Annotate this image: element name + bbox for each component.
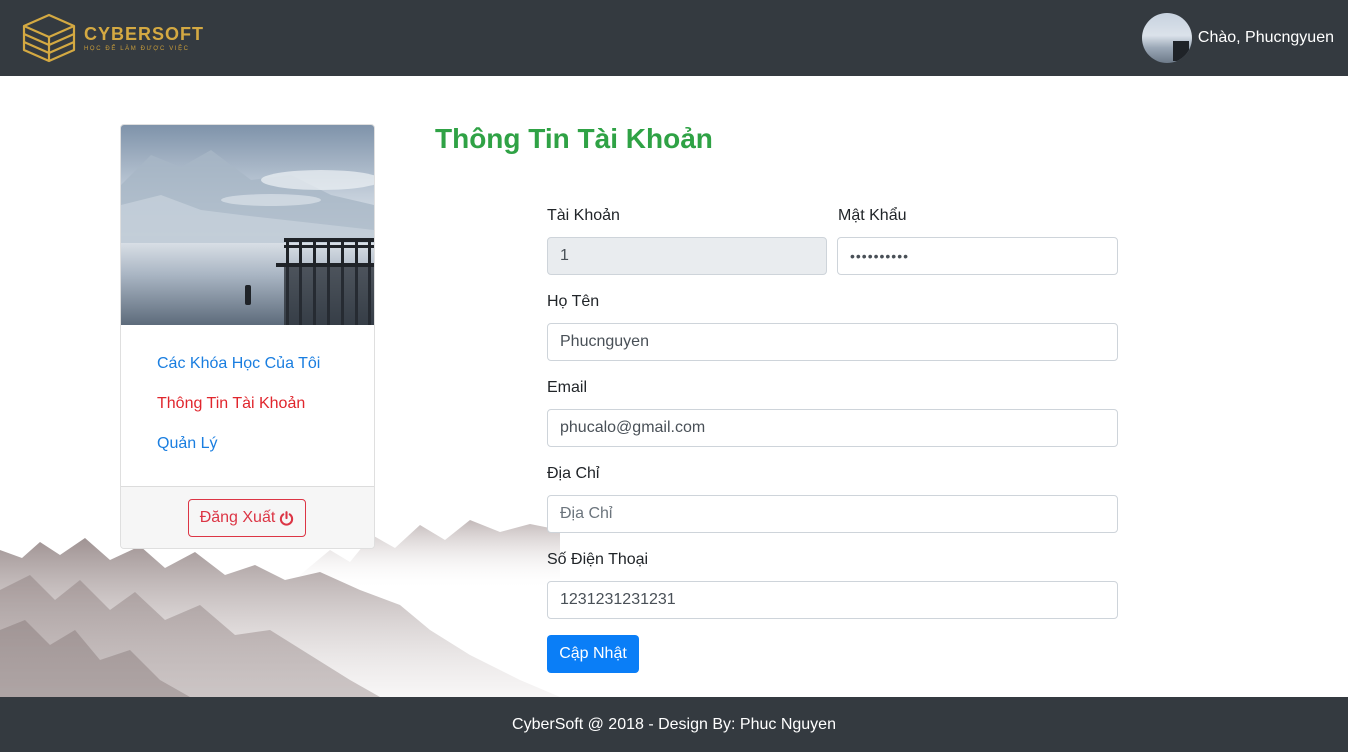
password-label: Mật Khẩu xyxy=(838,207,907,224)
email-label: Email xyxy=(547,379,588,396)
page-title: Thông Tin Tài Khoản xyxy=(435,123,713,154)
card-footer: Đăng Xuất xyxy=(121,486,374,548)
sidebar-menu: Các Khóa Học Của Tôi Thông Tin Tài Khoản… xyxy=(121,325,374,486)
box-logo-icon xyxy=(22,13,76,63)
logout-label: Đăng Xuất xyxy=(199,509,276,526)
fullname-label: Họ Tên xyxy=(547,293,600,310)
phone-label: Số Điện Thoại xyxy=(547,551,649,568)
fullname-field[interactable]: Phucnguyen xyxy=(547,323,1118,361)
sidebar-item-account-info[interactable]: Thông Tin Tài Khoản xyxy=(157,395,305,413)
power-icon xyxy=(280,510,294,526)
account-label: Tài Khoản xyxy=(547,207,620,224)
footer-text: CyberSoft @ 2018 - Design By: Phuc Nguye… xyxy=(512,715,836,733)
user-menu[interactable]: Chào, Phucngyuen xyxy=(1141,13,1334,63)
sidebar-item-management[interactable]: Quản Lý xyxy=(157,435,217,453)
email-field[interactable]: phucalo@gmail.com xyxy=(547,409,1118,447)
user-greeting[interactable]: Chào, Phucngyuen xyxy=(1198,29,1334,47)
logo-name: CYBERSOFT xyxy=(84,24,205,44)
avatar[interactable] xyxy=(1141,13,1192,63)
top-navbar: CYBERSOFT HỌC ĐỂ LÀM ĐƯỢC VIỆC Chào, Phu… xyxy=(0,0,1348,76)
update-button[interactable]: Cập Nhật xyxy=(547,635,639,673)
sidebar-item-my-courses[interactable]: Các Khóa Học Của Tôi xyxy=(157,355,320,373)
lake-pier-image xyxy=(121,125,374,325)
address-label: Địa Chỉ xyxy=(547,465,600,482)
phone-field[interactable]: 1231231231231 xyxy=(547,581,1118,619)
address-field[interactable]: Địa Chỉ xyxy=(547,495,1118,533)
cybersoft-logo[interactable]: CYBERSOFT HỌC ĐỂ LÀM ĐƯỢC VIỆC xyxy=(20,12,220,64)
logout-button[interactable]: Đăng Xuất xyxy=(188,499,306,537)
password-field[interactable]: •••••••••• xyxy=(837,237,1118,275)
logo-tagline: HỌC ĐỂ LÀM ĐƯỢC VIỆC xyxy=(84,46,190,52)
page-footer: CyberSoft @ 2018 - Design By: Phuc Nguye… xyxy=(0,697,1348,752)
profile-card: Các Khóa Học Của Tôi Thông Tin Tài Khoản… xyxy=(120,124,375,549)
account-field[interactable]: 1 xyxy=(547,237,827,275)
